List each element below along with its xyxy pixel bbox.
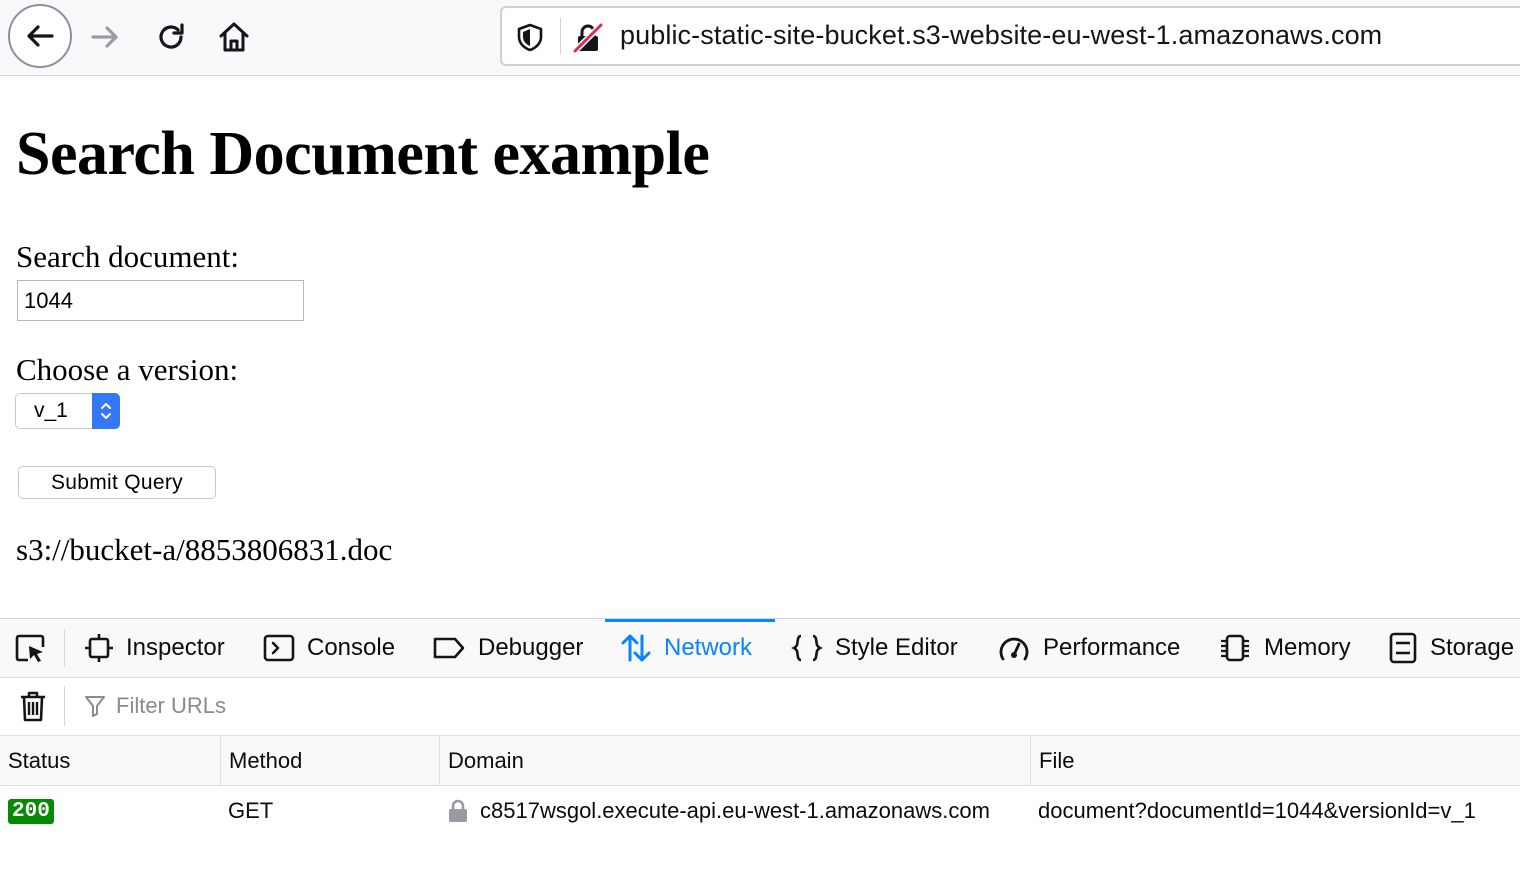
tab-debugger[interactable]: Debugger [432, 619, 583, 677]
filter-urls-wrapper [84, 692, 518, 720]
trash-icon[interactable] [18, 690, 48, 724]
memory-icon [1218, 633, 1252, 663]
select-arrows-icon [92, 393, 120, 429]
reload-button[interactable] [140, 6, 202, 68]
devtools-panel: Inspector Console Debugger Network Style… [0, 618, 1520, 884]
address-bar[interactable]: public-static-site-bucket.s3-website-eu-… [500, 6, 1520, 66]
devtools-toolbar: Inspector Console Debugger Network Style… [0, 619, 1520, 678]
tab-label: Performance [1043, 634, 1181, 661]
status-cell: 200 [8, 786, 54, 836]
domain-text: c8517wsgol.execute-api.eu-west-1.amazona… [480, 798, 990, 823]
search-document-label: Search document: [16, 239, 239, 274]
tab-style-editor[interactable]: Style Editor [791, 619, 958, 677]
tab-label: Inspector [126, 634, 225, 661]
filter-icon [85, 696, 105, 717]
column-header-method[interactable]: Method [220, 736, 439, 786]
tab-label: Debugger [478, 634, 584, 661]
filter-urls-input[interactable] [114, 692, 518, 720]
tab-label: Network [664, 634, 753, 661]
tab-performance[interactable]: Performance [997, 619, 1180, 677]
method-cell: GET [228, 798, 274, 823]
element-picker-icon[interactable] [14, 633, 48, 665]
tab-label: Storage [1430, 634, 1515, 661]
network-filter-bar [0, 678, 1520, 736]
page-title: Search Document example [16, 120, 710, 188]
tab-inspector[interactable]: Inspector [84, 619, 225, 677]
reload-icon [159, 23, 184, 49]
url-text[interactable]: public-static-site-bucket.s3-website-eu-… [620, 20, 1382, 51]
filter-divider [64, 686, 65, 726]
shield-icon[interactable] [516, 22, 544, 52]
tab-network[interactable]: Network [605, 619, 775, 677]
result-text: s3://bucket-a/8853806831.doc [16, 532, 393, 567]
inspector-icon [84, 633, 114, 663]
table-row[interactable]: 200 GET c8517wsgol.execute-api.eu-west-1… [0, 786, 1520, 836]
style-editor-icon [791, 633, 823, 663]
storage-icon [1388, 632, 1418, 664]
version-select[interactable]: v_1 [15, 393, 120, 429]
network-table-header: Status Method Domain File [0, 736, 1520, 786]
status-badge: 200 [8, 798, 54, 824]
home-button[interactable] [203, 6, 265, 68]
network-icon [620, 633, 652, 663]
file-cell: document?documentId=1044&versionId=v_1 [1038, 798, 1476, 823]
domain-cell: c8517wsgol.execute-api.eu-west-1.amazona… [448, 786, 990, 836]
forward-button[interactable] [74, 6, 136, 68]
page-content: Search Document example Search document:… [0, 77, 1520, 618]
tab-label: Style Editor [835, 634, 958, 661]
column-header-file[interactable]: File [1030, 736, 1520, 786]
tab-memory[interactable]: Memory [1218, 619, 1351, 677]
tab-label: Memory [1264, 634, 1351, 661]
back-arrow-icon [27, 25, 54, 47]
debugger-icon [432, 633, 466, 663]
back-button[interactable] [8, 4, 72, 68]
forward-arrow-icon [91, 26, 118, 48]
column-header-domain[interactable]: Domain [439, 736, 1030, 786]
version-select-value: v_1 [34, 399, 68, 422]
tab-label: Console [307, 634, 396, 661]
browser-toolbar: public-static-site-bucket.s3-website-eu-… [0, 0, 1520, 76]
column-header-status[interactable]: Status [0, 736, 220, 786]
tab-console[interactable]: Console [263, 619, 395, 677]
submit-query-button[interactable]: Submit Query [18, 466, 216, 499]
address-bar-divider [560, 18, 561, 54]
search-document-input[interactable] [17, 280, 304, 321]
devtools-divider [64, 629, 65, 667]
tab-storage[interactable]: Storage [1388, 619, 1514, 677]
choose-version-label: Choose a version: [16, 352, 239, 387]
insecure-lock-icon[interactable] [572, 22, 604, 54]
console-icon [263, 633, 295, 663]
home-icon [219, 22, 249, 52]
performance-icon [997, 633, 1031, 663]
lock-icon [449, 799, 467, 822]
